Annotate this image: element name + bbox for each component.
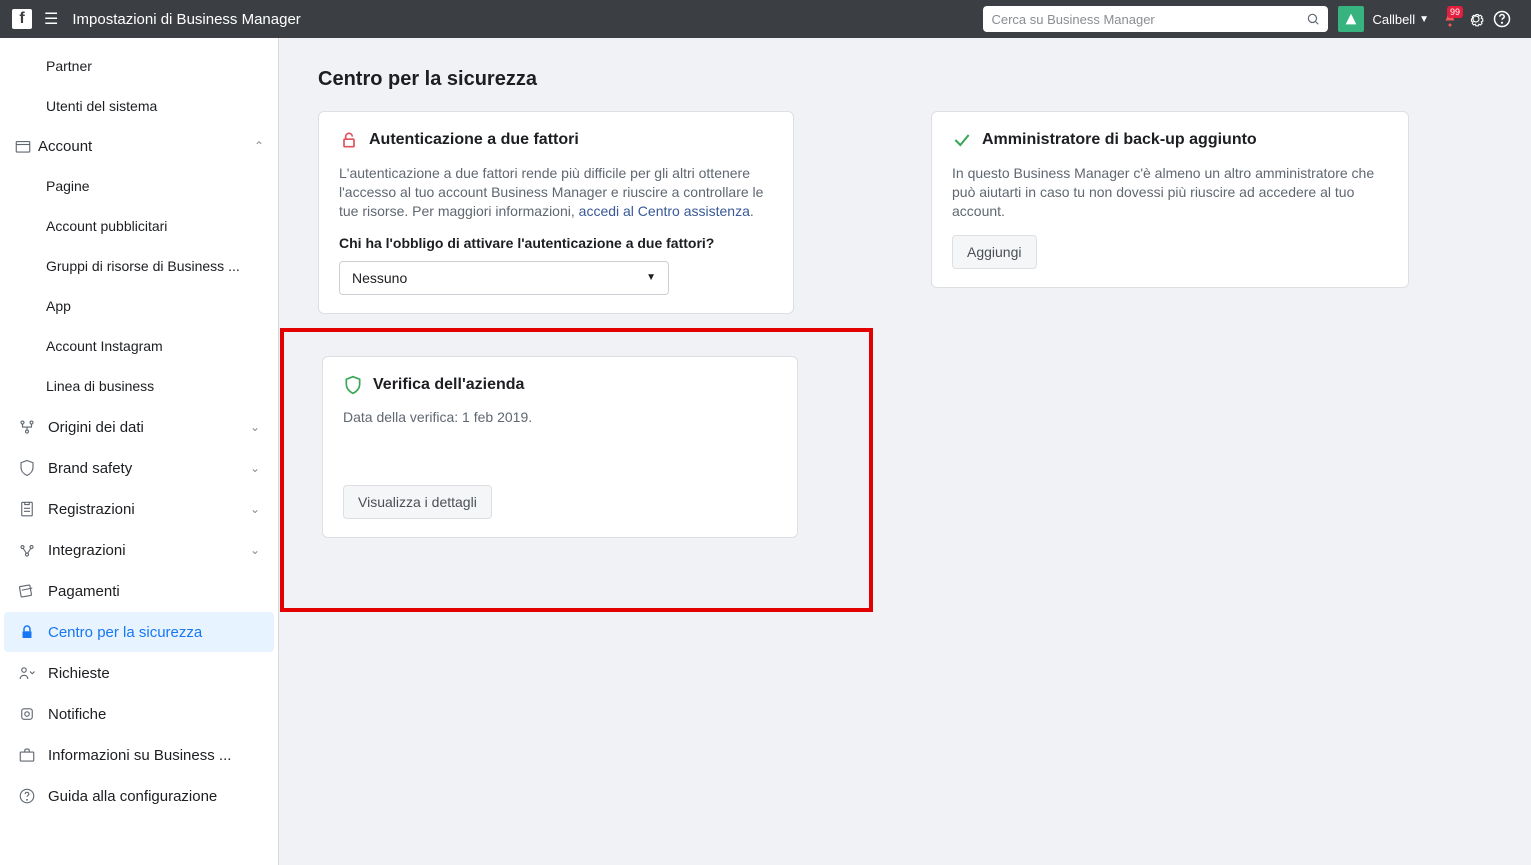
sidebar-item-centro-sicurezza[interactable]: Centro per la sicurezza xyxy=(4,612,274,652)
registrations-icon xyxy=(18,500,48,518)
verify-date: Data della verifica: 1 feb 2019. xyxy=(343,409,777,425)
chevron-down-icon: ⌄ xyxy=(250,502,260,516)
lock-icon xyxy=(18,623,48,641)
sidebar-item-partner[interactable]: Partner xyxy=(0,46,264,86)
brand-dropdown[interactable]: Callbell ▼ xyxy=(1372,12,1429,27)
brand-avatar xyxy=(1338,6,1364,32)
sidebar-item-notifiche[interactable]: Notifiche xyxy=(4,694,274,734)
help-center-link[interactable]: accedi al Centro assistenza xyxy=(579,203,750,219)
caret-down-icon: ▼ xyxy=(1419,14,1429,25)
card-verify-business: Verifica dell'azienda Data della verific… xyxy=(322,356,798,538)
shield-check-icon xyxy=(343,375,363,395)
sidebar-item-origini-dati[interactable]: Origini dei dati ⌄ xyxy=(4,407,274,447)
sidebar-item-utenti-sistema[interactable]: Utenti del sistema xyxy=(0,86,264,126)
check-icon xyxy=(952,130,972,150)
gear-icon[interactable] xyxy=(1467,10,1485,28)
search-box[interactable] xyxy=(983,6,1328,32)
card-question: Chi ha l'obbligo di attivare l'autentica… xyxy=(339,235,773,251)
page-title: Centro per la sicurezza xyxy=(318,68,1491,91)
card-description: In questo Business Manager c'è almeno un… xyxy=(952,164,1388,221)
search-icon[interactable] xyxy=(1306,12,1320,26)
sidebar-item-account-instagram[interactable]: Account Instagram xyxy=(0,326,264,366)
view-details-button[interactable]: Visualizza i dettagli xyxy=(343,485,492,519)
sidebar-group-account[interactable]: Account ⌃ xyxy=(0,126,278,166)
notification-icon[interactable]: 99 xyxy=(1441,10,1459,28)
sidebar-item-gruppi-risorse[interactable]: Gruppi di risorse di Business ... xyxy=(0,246,264,286)
sidebar-item-linea-business[interactable]: Linea di business xyxy=(0,366,264,406)
sidebar-item-pagine[interactable]: Pagine xyxy=(0,166,264,206)
help-icon[interactable] xyxy=(1493,10,1511,28)
menu-icon[interactable]: ☰ xyxy=(44,9,58,29)
chevron-up-icon: ⌃ xyxy=(254,139,264,153)
sidebar-item-app[interactable]: App xyxy=(0,286,264,326)
card-title: Amministratore di back-up aggiunto xyxy=(982,131,1257,149)
card-description: L'autenticazione a due fattori rende più… xyxy=(339,164,773,221)
card-backup-admin: Amministratore di back-up aggiunto In qu… xyxy=(931,111,1409,288)
card-title: Verifica dell'azienda xyxy=(373,376,524,394)
sidebar-item-guida-config[interactable]: Guida alla configurazione xyxy=(4,776,274,816)
chevron-down-icon: ⌄ xyxy=(250,461,260,475)
requests-icon xyxy=(18,664,48,682)
account-icon xyxy=(14,137,38,155)
header-title: Impostazioni di Business Manager xyxy=(72,11,300,28)
payments-icon xyxy=(18,582,48,600)
shield-icon xyxy=(18,459,48,477)
data-sources-icon xyxy=(18,418,48,436)
briefcase-icon xyxy=(18,746,48,764)
sidebar-item-registrazioni[interactable]: Registrazioni ⌄ xyxy=(4,489,274,529)
sidebar-item-brand-safety[interactable]: Brand safety ⌄ xyxy=(4,448,274,488)
sidebar-item-account-pubblicitari[interactable]: Account pubblicitari xyxy=(0,206,264,246)
facebook-logo[interactable]: f xyxy=(12,9,32,29)
search-input[interactable] xyxy=(991,12,1306,27)
card-title: Autenticazione a due fattori xyxy=(369,131,579,149)
sidebar-item-pagamenti[interactable]: Pagamenti xyxy=(4,571,274,611)
card-two-factor: Autenticazione a due fattori L'autentica… xyxy=(318,111,794,314)
sidebar-item-richieste[interactable]: Richieste xyxy=(4,653,274,693)
integrations-icon xyxy=(18,541,48,559)
add-button[interactable]: Aggiungi xyxy=(952,235,1037,269)
sidebar-item-integrazioni[interactable]: Integrazioni ⌄ xyxy=(4,530,274,570)
bell-icon xyxy=(18,705,48,723)
chevron-down-icon: ⌄ xyxy=(250,543,260,557)
highlight-annotation: Verifica dell'azienda Data della verific… xyxy=(280,328,873,612)
sidebar-item-informazioni-business[interactable]: Informazioni su Business ... xyxy=(4,735,274,775)
top-header: f ☰ Impostazioni di Business Manager Cal… xyxy=(0,0,1531,38)
lock-open-icon xyxy=(339,130,359,150)
select-value: Nessuno xyxy=(352,270,646,286)
sidebar: Partner Utenti del sistema Account ⌃ Pag… xyxy=(0,38,278,865)
chevron-down-icon: ⌄ xyxy=(250,420,260,434)
brand-name: Callbell xyxy=(1372,12,1415,27)
help-circle-icon xyxy=(18,787,48,805)
caret-down-icon: ▼ xyxy=(646,272,656,283)
main-content: Centro per la sicurezza Autenticazione a… xyxy=(278,38,1531,865)
two-factor-select[interactable]: Nessuno ▼ xyxy=(339,261,669,295)
notification-badge: 99 xyxy=(1447,6,1463,18)
